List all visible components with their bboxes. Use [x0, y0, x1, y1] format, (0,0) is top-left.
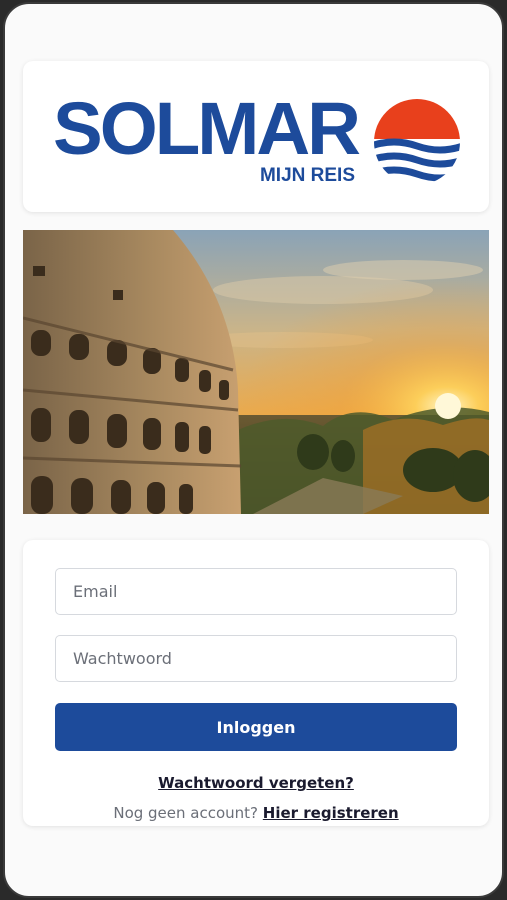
forgot-password-link[interactable]: Wachtwoord vergeten?: [23, 774, 489, 792]
colosseum-sunset-photo: [23, 230, 489, 514]
phone-frame: SOLMAR MIJN REIS Email Inloggen Wachtwoo…: [3, 2, 504, 898]
password-input[interactable]: [55, 635, 457, 682]
login-card: Inloggen Wachtwoord vergeten? Nog geen a…: [23, 540, 489, 826]
login-button[interactable]: Inloggen: [55, 703, 457, 751]
register-link[interactable]: Hier registreren: [263, 804, 399, 822]
register-row: Nog geen account? Hier registreren: [23, 804, 489, 822]
logo-card: SOLMAR MIJN REIS: [23, 61, 489, 212]
solmar-logo: SOLMAR MIJN REIS: [53, 87, 460, 186]
logo-wordmark: SOLMAR: [53, 87, 360, 170]
no-account-text: Nog geen account?: [113, 804, 259, 822]
logo-tagline: MIJN REIS: [260, 165, 355, 186]
email-input[interactable]: [55, 568, 457, 615]
hero-image: [23, 230, 489, 514]
sun-waves-icon: [374, 99, 460, 185]
